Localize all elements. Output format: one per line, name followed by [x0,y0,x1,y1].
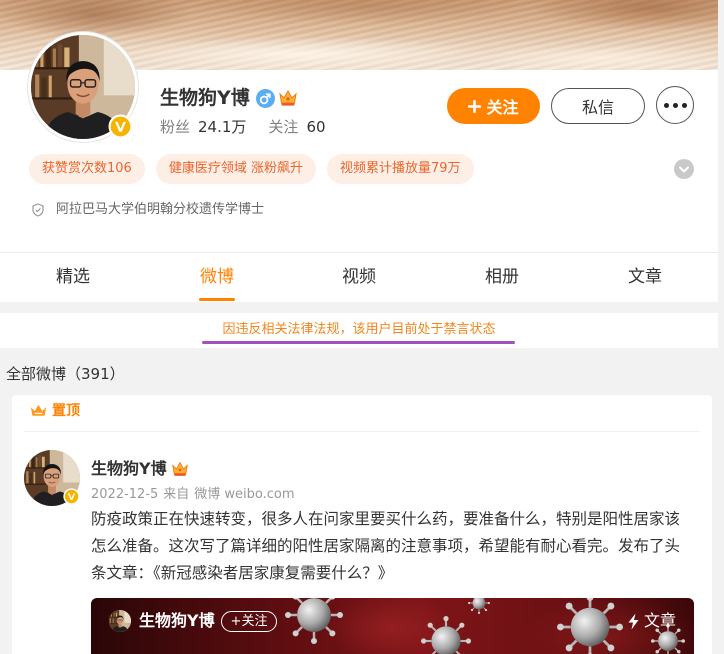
verified-v-icon [108,114,133,139]
tab-label: 相册 [485,267,519,287]
article-author[interactable]: 生物狗Y博 [139,610,215,632]
following-label: 关注 [268,118,299,136]
crown-icon[interactable] [278,88,298,108]
more-button[interactable] [656,86,694,124]
tab-label: 微博 [200,267,234,287]
feed-header: 全部微博（391） [6,365,125,383]
article-type-label: 文章 [643,611,676,630]
profile-name: 生物狗Y博 [160,87,250,109]
profile-tag[interactable]: 视频累计播放量79万 [326,154,474,184]
tab-articles[interactable]: 文章 [595,253,695,302]
lightning-icon [628,613,639,629]
crown-icon [30,403,47,419]
following-count: 60 [306,118,326,136]
profile-stats: 粉丝 24.1万 关注 60 [160,116,326,138]
post-author[interactable]: 生物狗Y博 [91,458,167,480]
pinned-label: 置顶 [52,403,80,419]
verified-v-icon [63,488,80,505]
tab-album[interactable]: 相册 [452,253,552,302]
post-source[interactable]: 微博 weibo.com [194,486,294,504]
article-type: 文章 [627,610,676,632]
tab-label: 文章 [628,267,662,287]
pinned-post: 置顶 生物狗Y博 2022-12-5 来自 微博 weibo.com 防疫政策正… [12,395,712,654]
tab-featured[interactable]: 精选 [23,253,123,302]
expand-profile-button[interactable] [674,159,694,179]
profile-tabs: 精选 微博 视频 相册 文章 [0,253,718,302]
profile-name-row: 生物狗Y博 [160,86,298,110]
more-dots-icon [681,102,687,108]
follow-button[interactable]: 关注 [447,88,540,124]
message-label: 私信 [581,98,614,117]
post-source-prefix: 来自 [163,487,190,502]
shield-icon [32,203,44,217]
male-icon [255,88,275,108]
article-follow-button[interactable]: +关注 [221,611,277,632]
profile-tag[interactable]: 健康医疗领域 涨粉飙升 [155,154,316,184]
more-dots-icon [663,102,669,108]
active-tab-indicator [199,298,235,301]
following-stat[interactable]: 关注 60 [268,116,325,138]
message-button[interactable]: 私信 [551,88,645,124]
chevron-down-icon [674,159,694,179]
fans-stat[interactable]: 粉丝 24.1万 [160,116,246,138]
crown-icon[interactable] [171,460,189,478]
follow-label: 关注 [486,98,519,117]
profile-header: 生物狗Y博 粉丝 24.1万 关注 60 关注 私信 获赞赏次数106 健康医疗… [0,0,718,302]
post-meta: 2022-12-5 来自 微博 weibo.com [91,486,295,504]
description-text: 阿拉巴马大学伯明翰分校遗传学博士 [56,202,265,217]
tab-label: 视频 [342,267,376,287]
avatar [109,610,131,632]
fans-count: 24.1万 [198,118,247,136]
profile-tags: 获赞赏次数106 健康医疗领域 涨粉飙升 视频累计播放量79万 [29,154,474,184]
profile-tag[interactable]: 获赞赏次数106 [29,154,145,184]
tab-label: 精选 [56,267,90,287]
post-text: 防疫政策正在快速转变，很多人在问家里要买什么药，要准备什么，特别是阳性居家该怎么… [91,510,681,582]
tab-video[interactable]: 视频 [309,253,409,302]
more-dots-icon [672,102,678,108]
annotation-underline [202,341,515,344]
plus-icon [468,99,482,113]
article-card[interactable]: 生物狗Y博 +关注 文章 [91,598,694,654]
tab-weibo[interactable]: 微博 [167,253,267,302]
post-date[interactable]: 2022-12-5 [91,486,158,504]
post-author-row: 生物狗Y博 [91,458,189,480]
post-divider [24,431,700,432]
profile-description: 阿拉巴马大学伯明翰分校遗传学博士 [32,201,264,219]
fans-label: 粉丝 [160,118,191,136]
